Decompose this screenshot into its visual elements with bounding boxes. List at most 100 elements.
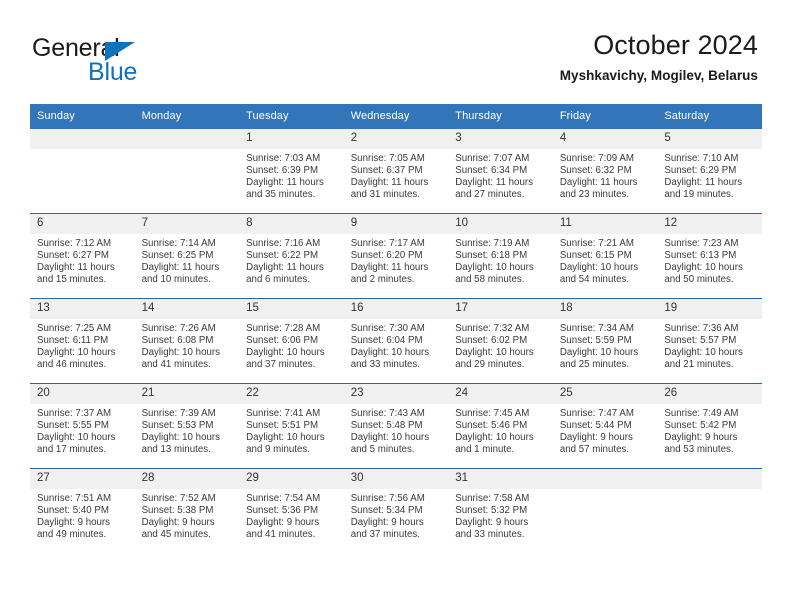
daylight-text: Daylight: 10 hours and 5 minutes. <box>350 431 430 455</box>
sunset-text: Sunset: 6:29 PM <box>664 164 737 176</box>
general-blue-logo[interactable]: General Blue <box>32 36 172 86</box>
sunset-text: Sunset: 6:25 PM <box>141 249 214 261</box>
day-details: Sunrise: 7:32 AM Sunset: 6:02 PM Daylight:… <box>448 319 553 371</box>
sunrise-text: Sunrise: 7:26 AM <box>141 323 216 334</box>
logo-text-blue: Blue <box>88 58 138 86</box>
sunset-text: Sunset: 6:18 PM <box>455 249 528 261</box>
calendar-day-cell[interactable]: 10 Sunrise: 7:19 AM Sunset: 6:18 PM Dayligh… <box>448 213 553 299</box>
day-details: Sunrise: 7:19 AM Sunset: 6:18 PM Daylight:… <box>448 234 553 286</box>
day-details: Sunrise: 7:56 AM Sunset: 5:34 PM Daylight:… <box>344 489 449 541</box>
sunset-text: Sunset: 6:15 PM <box>559 249 632 261</box>
daylight-text: Daylight: 11 hours and 31 minutes. <box>350 176 429 200</box>
day-number: 8 <box>239 214 344 234</box>
day-details: Sunrise: 7:58 AM Sunset: 5:32 PM Daylight:… <box>448 489 553 541</box>
calendar-day-cell[interactable]: 8 Sunrise: 7:16 AM Sunset: 6:22 PM Daylight… <box>239 213 344 299</box>
calendar-page: General Blue October 2024 Myshkavichy, M… <box>0 0 792 612</box>
calendar-day-cell[interactable]: 26 Sunrise: 7:49 AM Sunset: 5:42 PM Dayligh… <box>657 383 762 469</box>
day-details: Sunrise: 7:41 AM Sunset: 5:51 PM Daylight:… <box>239 404 344 456</box>
calendar-day-cell[interactable]: 15 Sunrise: 7:28 AM Sunset: 6:06 PM Dayligh… <box>239 298 344 384</box>
sunrise-text: Sunrise: 7:39 AM <box>141 408 216 419</box>
calendar-day-cell-empty <box>30 129 135 214</box>
day-details: Sunrise: 7:21 AM Sunset: 6:15 PM Daylight:… <box>553 234 658 286</box>
calendar-day-cell[interactable]: 24 Sunrise: 7:45 AM Sunset: 5:46 PM Dayligh… <box>448 383 553 469</box>
calendar-day-cell[interactable]: 19 Sunrise: 7:36 AM Sunset: 5:57 PM Dayligh… <box>657 298 762 384</box>
sunset-text: Sunset: 5:57 PM <box>664 334 737 346</box>
day-details: Sunrise: 7:26 AM Sunset: 6:08 PM Daylight:… <box>135 319 240 371</box>
sunrise-text: Sunrise: 7:19 AM <box>455 238 530 249</box>
weekday-header-monday: Monday <box>134 104 240 129</box>
day-details: Sunrise: 7:05 AM Sunset: 6:37 PM Daylight:… <box>344 149 449 201</box>
day-number: 13 <box>30 299 135 319</box>
day-number: 4 <box>552 129 658 149</box>
day-number: 17 <box>448 299 553 319</box>
calendar-day-cell-empty <box>657 468 762 553</box>
calendar-day-cell[interactable]: 29 Sunrise: 7:54 AM Sunset: 5:36 PM Dayligh… <box>239 468 344 553</box>
sunrise-text: Sunrise: 7:25 AM <box>37 323 112 334</box>
page-subtitle: Myshkavichy, Mogilev, Belarus <box>559 68 758 84</box>
calendar-day-cell[interactable]: 22 Sunrise: 7:41 AM Sunset: 5:51 PM Dayligh… <box>239 383 344 469</box>
calendar-day-cell[interactable]: 17 Sunrise: 7:32 AM Sunset: 6:02 PM Dayligh… <box>448 298 553 384</box>
calendar-day-cell[interactable]: 14 Sunrise: 7:26 AM Sunset: 6:08 PM Dayligh… <box>134 298 240 384</box>
day-number: 28 <box>134 469 240 489</box>
sunrise-text: Sunrise: 7:47 AM <box>559 408 634 419</box>
sunset-text: Sunset: 6:39 PM <box>246 164 319 176</box>
day-number: 27 <box>30 469 135 489</box>
sunset-text: Sunset: 6:02 PM <box>455 334 528 346</box>
day-details: Sunrise: 7:09 AM Sunset: 6:32 PM Daylight:… <box>553 149 658 201</box>
calendar-day-cell[interactable]: 4 Sunrise: 7:09 AM Sunset: 6:32 PM Daylight… <box>552 129 658 214</box>
day-details: Sunrise: 7:17 AM Sunset: 6:20 PM Daylight:… <box>344 234 449 286</box>
daylight-text: Daylight: 9 hours and 49 minutes. <box>37 516 111 540</box>
daylight-text: Daylight: 10 hours and 46 minutes. <box>37 346 116 370</box>
day-number: 14 <box>134 299 240 319</box>
calendar-day-cell[interactable]: 1 Sunrise: 7:03 AM Sunset: 6:39 PM Daylight… <box>239 129 344 214</box>
calendar-day-cell[interactable]: 2 Sunrise: 7:05 AM Sunset: 6:37 PM Daylight… <box>343 129 449 214</box>
day-number: 1 <box>239 129 344 149</box>
calendar-day-cell[interactable]: 3 Sunrise: 7:07 AM Sunset: 6:34 PM Daylight… <box>448 129 553 214</box>
sunset-text: Sunset: 5:48 PM <box>350 419 423 431</box>
sunset-text: Sunset: 5:51 PM <box>246 419 319 431</box>
calendar-week-row: 27 Sunrise: 7:51 AM Sunset: 5:40 PM Dayligh… <box>30 468 762 553</box>
day-details: Sunrise: 7:16 AM Sunset: 6:22 PM Daylight:… <box>239 234 344 286</box>
sunrise-text: Sunrise: 7:23 AM <box>664 238 739 249</box>
weekday-header-row: Sunday Monday Tuesday Wednesday Thursday… <box>30 104 762 129</box>
calendar-day-cell[interactable]: 31 Sunrise: 7:58 AM Sunset: 5:32 PM Dayligh… <box>448 468 553 553</box>
sunset-text: Sunset: 5:32 PM <box>455 504 528 516</box>
daylight-text: Daylight: 9 hours and 33 minutes. <box>455 516 529 540</box>
calendar-day-cell[interactable]: 21 Sunrise: 7:39 AM Sunset: 5:53 PM Dayligh… <box>134 383 240 469</box>
daylight-text: Daylight: 10 hours and 13 minutes. <box>141 431 221 455</box>
daylight-text: Daylight: 10 hours and 54 minutes. <box>559 261 639 285</box>
sunrise-text: Sunrise: 7:52 AM <box>141 493 216 504</box>
weekday-header-sunday: Sunday <box>30 104 135 129</box>
calendar-day-cell[interactable]: 28 Sunrise: 7:52 AM Sunset: 5:38 PM Dayligh… <box>134 468 240 553</box>
daylight-text: Daylight: 11 hours and 23 minutes. <box>559 176 638 200</box>
calendar-day-cell[interactable]: 11 Sunrise: 7:21 AM Sunset: 6:15 PM Dayligh… <box>552 213 658 299</box>
sunrise-text: Sunrise: 7:17 AM <box>350 238 425 249</box>
calendar-day-cell[interactable]: 23 Sunrise: 7:43 AM Sunset: 5:48 PM Dayligh… <box>343 383 449 469</box>
day-number: 31 <box>448 469 553 489</box>
day-number: 6 <box>30 214 135 234</box>
calendar-day-cell[interactable]: 13 Sunrise: 7:25 AM Sunset: 6:11 PM Dayligh… <box>30 298 135 384</box>
calendar-day-cell[interactable]: 12 Sunrise: 7:23 AM Sunset: 6:13 PM Dayligh… <box>657 213 762 299</box>
calendar-day-cell[interactable]: 7 Sunrise: 7:14 AM Sunset: 6:25 PM Daylight… <box>134 213 240 299</box>
calendar-day-cell[interactable]: 5 Sunrise: 7:10 AM Sunset: 6:29 PM Daylight… <box>657 129 762 214</box>
calendar-day-cell[interactable]: 18 Sunrise: 7:34 AM Sunset: 5:59 PM Dayligh… <box>552 298 658 384</box>
calendar-day-cell[interactable]: 6 Sunrise: 7:12 AM Sunset: 6:27 PM Daylight… <box>30 213 135 299</box>
day-details: Sunrise: 7:10 AM Sunset: 6:29 PM Daylight:… <box>657 149 762 201</box>
calendar-day-cell[interactable]: 25 Sunrise: 7:47 AM Sunset: 5:44 PM Dayligh… <box>552 383 658 469</box>
sunrise-text: Sunrise: 7:30 AM <box>350 323 425 334</box>
daylight-text: Daylight: 9 hours and 41 minutes. <box>246 516 320 540</box>
sunset-text: Sunset: 6:11 PM <box>37 334 109 346</box>
daylight-text: Daylight: 11 hours and 27 minutes. <box>455 176 533 200</box>
calendar-day-cell[interactable]: 27 Sunrise: 7:51 AM Sunset: 5:40 PM Dayligh… <box>30 468 135 553</box>
daylight-text: Daylight: 11 hours and 15 minutes. <box>37 261 115 285</box>
calendar-day-cell[interactable]: 9 Sunrise: 7:17 AM Sunset: 6:20 PM Daylight… <box>343 213 449 299</box>
calendar-day-cell[interactable]: 20 Sunrise: 7:37 AM Sunset: 5:55 PM Dayligh… <box>30 383 135 469</box>
day-details: Sunrise: 7:12 AM Sunset: 6:27 PM Daylight:… <box>30 234 135 286</box>
sunrise-text: Sunrise: 7:14 AM <box>141 238 216 249</box>
calendar-day-cell[interactable]: 16 Sunrise: 7:30 AM Sunset: 6:04 PM Dayligh… <box>343 298 449 384</box>
calendar-day-cell[interactable]: 30 Sunrise: 7:56 AM Sunset: 5:34 PM Dayligh… <box>343 468 449 553</box>
daylight-text: Daylight: 10 hours and 25 minutes. <box>559 346 639 370</box>
day-details: Sunrise: 7:07 AM Sunset: 6:34 PM Daylight:… <box>448 149 553 201</box>
day-number: 21 <box>134 384 240 404</box>
page-title: October 2024 <box>593 30 758 60</box>
